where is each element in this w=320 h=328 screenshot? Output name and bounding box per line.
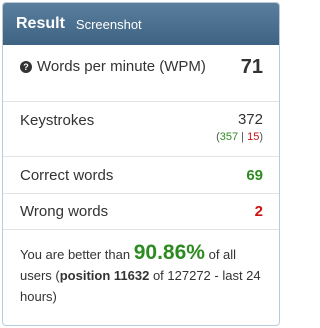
keystrokes-row: Keystrokes 372 (357 | 15): [3, 102, 279, 157]
wrong-words-row: Wrong words 2: [3, 194, 279, 230]
keystrokes-breakdown: (357 | 15): [216, 131, 263, 143]
ranking-summary: You are better than 90.86% of all users …: [3, 230, 279, 307]
wrong-words-value: 2: [254, 203, 263, 220]
summary-prefix: You are better than: [20, 247, 131, 262]
wpm-row: ? Words per minute (WPM) 71: [3, 45, 279, 102]
keystrokes-label: Keystrokes: [20, 112, 95, 129]
better-than-percent: 90.86%: [133, 241, 205, 264]
panel-header: Result Screenshot: [3, 3, 279, 45]
wpm-label: Words per minute (WPM): [37, 58, 206, 75]
keystrokes-value: 372: [237, 111, 263, 128]
keystrokes-value-box: 372 (357 | 15): [216, 111, 263, 143]
correct-words-row: Correct words 69: [3, 157, 279, 194]
keystrokes-separator: |: [241, 131, 245, 143]
keystrokes-wrong: 15: [247, 131, 260, 143]
result-title: Result: [16, 15, 65, 32]
keystrokes-correct: 357: [219, 131, 239, 143]
ranking-position: position 11632: [59, 268, 150, 283]
correct-words-label: Correct words: [20, 166, 114, 184]
wpm-value: 71: [240, 56, 263, 78]
question-circle-icon[interactable]: ?: [20, 61, 32, 73]
correct-words-value: 69: [246, 166, 263, 184]
wpm-label-wrap: ? Words per minute (WPM): [20, 57, 206, 76]
screenshot-tab[interactable]: Screenshot: [76, 17, 142, 32]
wrong-words-label: Wrong words: [20, 203, 109, 220]
result-panel: Result Screenshot ? Words per minute (WPM…: [2, 2, 280, 326]
